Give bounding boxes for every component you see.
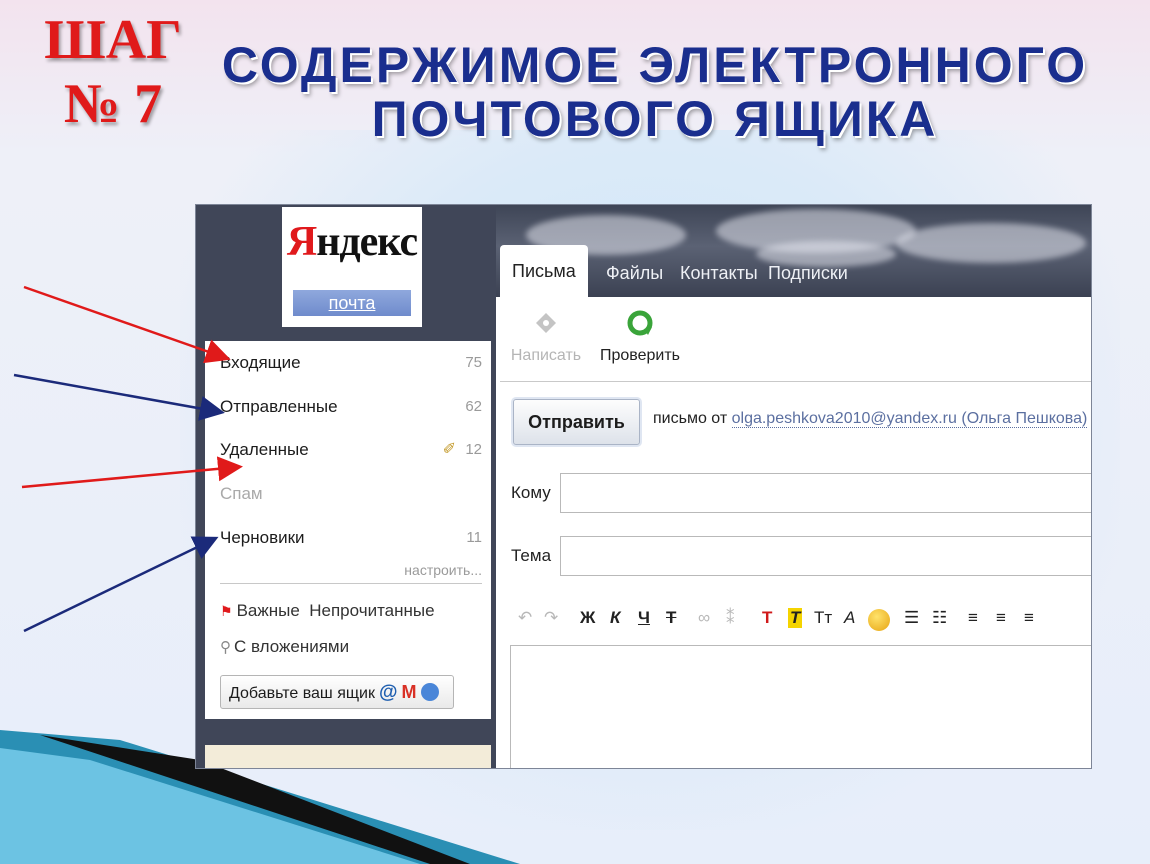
arrow-to-drafts xyxy=(23,536,219,633)
arrow-to-inbox xyxy=(23,285,231,364)
arrow-to-sent xyxy=(13,373,225,421)
arrow-to-trash xyxy=(21,456,243,489)
annotation-arrows xyxy=(13,285,243,633)
